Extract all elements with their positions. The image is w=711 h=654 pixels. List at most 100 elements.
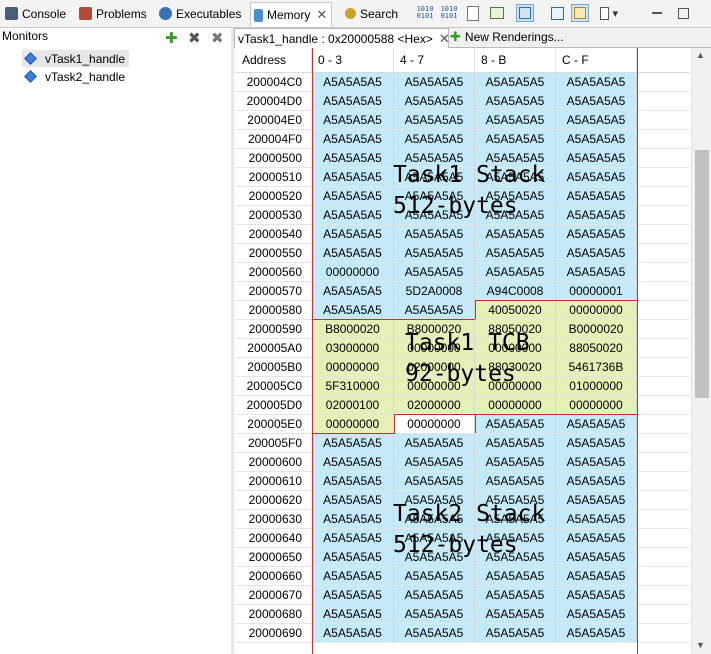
memory-cell[interactable]: A5A5A5A5: [394, 624, 475, 642]
memory-cell[interactable]: A5A5A5A5: [312, 567, 394, 585]
memory-cell[interactable]: A5A5A5A5: [556, 187, 637, 205]
memory-cell[interactable]: A5A5A5A5: [394, 434, 475, 452]
memory-cell[interactable]: A5A5A5A5: [394, 605, 475, 623]
memory-cell[interactable]: A5A5A5A5: [312, 130, 394, 148]
memory-cell[interactable]: A5A5A5A5: [475, 73, 556, 91]
memory-cell[interactable]: A5A5A5A5: [556, 472, 637, 490]
memory-cell[interactable]: 5D2A0008: [394, 282, 475, 300]
close-icon[interactable]: ✕: [439, 31, 450, 47]
memory-cell[interactable]: A5A5A5A5: [556, 510, 637, 528]
memory-cell[interactable]: A5A5A5A5: [556, 624, 637, 642]
memory-cell[interactable]: A5A5A5A5: [312, 168, 394, 186]
memory-cell[interactable]: A5A5A5A5: [312, 605, 394, 623]
memory-cell[interactable]: A5A5A5A5: [394, 244, 475, 262]
toggle-memory-monitors-button[interactable]: [516, 4, 534, 22]
table-row[interactable]: 20000690 A5A5A5A5 A5A5A5A5 A5A5A5A5 A5A5A5A5: [235, 624, 690, 643]
scroll-down-icon[interactable]: ▼: [696, 640, 705, 650]
table-row[interactable]: 20000680 A5A5A5A5 A5A5A5A5 A5A5A5A5 A5A5A5A5: [235, 605, 690, 624]
memory-cell[interactable]: A5A5A5A5: [312, 206, 394, 224]
tab-console[interactable]: Console: [2, 3, 66, 24]
memory-cell[interactable]: A5A5A5A5: [312, 548, 394, 566]
memory-cell[interactable]: A5A5A5A5: [475, 130, 556, 148]
import-memory-button[interactable]: 1010 0101: [416, 4, 434, 22]
table-row[interactable]: 20000560 00000000 A5A5A5A5 A5A5A5A5 A5A5A5A5: [235, 263, 690, 282]
column-header-c-f[interactable]: C - F: [556, 48, 637, 72]
memory-cell[interactable]: A5A5A5A5: [312, 111, 394, 129]
table-row[interactable]: 200005E0 00000000 00000000 A5A5A5A5 A5A5A5A5: [235, 415, 690, 434]
memory-cell[interactable]: A5A5A5A5: [556, 415, 637, 433]
table-row[interactable]: 20000570 A5A5A5A5 5D2A0008 A94C0008 00000001: [235, 282, 690, 301]
memory-cell[interactable]: 00000000: [556, 301, 637, 319]
table-row[interactable]: 200004D0 A5A5A5A5 A5A5A5A5 A5A5A5A5 A5A5A5A5: [235, 92, 690, 111]
tab-vtask1-hex[interactable]: vTask1_handle : 0x20000588 <Hex> ✕: [234, 28, 450, 48]
memory-cell[interactable]: A5A5A5A5: [475, 434, 556, 452]
memory-cell[interactable]: A5A5A5A5: [556, 206, 637, 224]
table-row[interactable]: 200005F0 A5A5A5A5 A5A5A5A5 A5A5A5A5 A5A5A5A5: [235, 434, 690, 453]
table-row[interactable]: 200004E0 A5A5A5A5 A5A5A5A5 A5A5A5A5 A5A5A5A5: [235, 111, 690, 130]
table-row[interactable]: 20000540 A5A5A5A5 A5A5A5A5 A5A5A5A5 A5A5A5A5: [235, 225, 690, 244]
memory-cell[interactable]: A5A5A5A5: [394, 263, 475, 281]
memory-cell[interactable]: A5A5A5A5: [556, 73, 637, 91]
memory-cell[interactable]: 88050020: [556, 339, 637, 357]
memory-cell[interactable]: 00000001: [556, 282, 637, 300]
memory-cell[interactable]: A5A5A5A5: [394, 567, 475, 585]
column-header-8-b[interactable]: 8 - B: [475, 48, 556, 72]
memory-cell[interactable]: A5A5A5A5: [475, 624, 556, 642]
column-header-address[interactable]: Address: [235, 48, 312, 72]
memory-cell[interactable]: A5A5A5A5: [475, 453, 556, 471]
memory-cell[interactable]: A5A5A5A5: [394, 453, 475, 471]
memory-cell[interactable]: A5A5A5A5: [312, 472, 394, 490]
link-button[interactable]: [488, 4, 506, 22]
memory-cell[interactable]: A5A5A5A5: [394, 586, 475, 604]
memory-cell[interactable]: A94C0008: [475, 282, 556, 300]
memory-cell[interactable]: A5A5A5A5: [475, 225, 556, 243]
table-row[interactable]: 200004F0 A5A5A5A5 A5A5A5A5 A5A5A5A5 A5A5A5A5: [235, 130, 690, 149]
tab-executables[interactable]: Executables: [156, 3, 241, 24]
export-memory-button[interactable]: 1010 0101: [440, 4, 458, 22]
memory-cell[interactable]: A5A5A5A5: [312, 73, 394, 91]
memory-cell[interactable]: A5A5A5A5: [475, 415, 556, 433]
memory-cell[interactable]: 5F310000: [312, 377, 394, 395]
memory-cell[interactable]: 5461736B: [556, 358, 637, 376]
memory-cell[interactable]: A5A5A5A5: [312, 624, 394, 642]
memory-cell[interactable]: A5A5A5A5: [475, 472, 556, 490]
memory-cell[interactable]: A5A5A5A5: [556, 567, 637, 585]
memory-table[interactable]: Address 0 - 3 4 - 7 8 - B C - F 200004C0…: [235, 48, 690, 654]
table-row[interactable]: 20000600 A5A5A5A5 A5A5A5A5 A5A5A5A5 A5A5A5A5: [235, 453, 690, 472]
table-row[interactable]: 20000670 A5A5A5A5 A5A5A5A5 A5A5A5A5 A5A5A5A5: [235, 586, 690, 605]
memory-cell[interactable]: A5A5A5A5: [394, 92, 475, 110]
memory-cell[interactable]: A5A5A5A5: [556, 434, 637, 452]
memory-cell[interactable]: A5A5A5A5: [556, 225, 637, 243]
tab-new-renderings[interactable]: ✚ New Renderings...: [450, 28, 564, 46]
link-memory-panes-button[interactable]: [571, 4, 589, 22]
memory-cell[interactable]: A5A5A5A5: [556, 605, 637, 623]
column-header-4-7[interactable]: 4 - 7: [394, 48, 475, 72]
memory-cell[interactable]: 02000000: [394, 396, 475, 414]
memory-cell[interactable]: A5A5A5A5: [556, 548, 637, 566]
view-menu-button[interactable]: ▾: [600, 4, 618, 22]
table-row[interactable]: 20000580 A5A5A5A5 A5A5A5A5 40050020 00000000: [235, 301, 690, 320]
memory-cell[interactable]: A5A5A5A5: [556, 244, 637, 262]
memory-cell[interactable]: A5A5A5A5: [475, 586, 556, 604]
memory-cell[interactable]: A5A5A5A5: [556, 92, 637, 110]
memory-cell[interactable]: A5A5A5A5: [394, 73, 475, 91]
vertical-scrollbar[interactable]: ▲ ▼: [691, 48, 711, 654]
memory-cell[interactable]: A5A5A5A5: [556, 168, 637, 186]
memory-cell[interactable]: 01000000: [556, 377, 637, 395]
memory-cell[interactable]: A5A5A5A5: [556, 491, 637, 509]
memory-cell[interactable]: 03000000: [312, 339, 394, 357]
memory-cell[interactable]: A5A5A5A5: [475, 263, 556, 281]
memory-cell[interactable]: A5A5A5A5: [475, 92, 556, 110]
memory-cell[interactable]: A5A5A5A5: [475, 567, 556, 585]
memory-cell[interactable]: A5A5A5A5: [312, 529, 394, 547]
scroll-up-icon[interactable]: ▲: [696, 50, 705, 60]
memory-cell[interactable]: 02000100: [312, 396, 394, 414]
memory-cell[interactable]: A5A5A5A5: [394, 225, 475, 243]
monitor-item-vtask2[interactable]: vTask2_handle: [22, 68, 129, 85]
add-monitor-button[interactable]: ✚: [165, 29, 178, 47]
memory-cell[interactable]: A5A5A5A5: [312, 453, 394, 471]
memory-cell[interactable]: A5A5A5A5: [475, 111, 556, 129]
memory-cell[interactable]: A5A5A5A5: [312, 586, 394, 604]
memory-cell[interactable]: A5A5A5A5: [556, 453, 637, 471]
remove-all-monitors-button[interactable]: ✖: [211, 29, 224, 47]
